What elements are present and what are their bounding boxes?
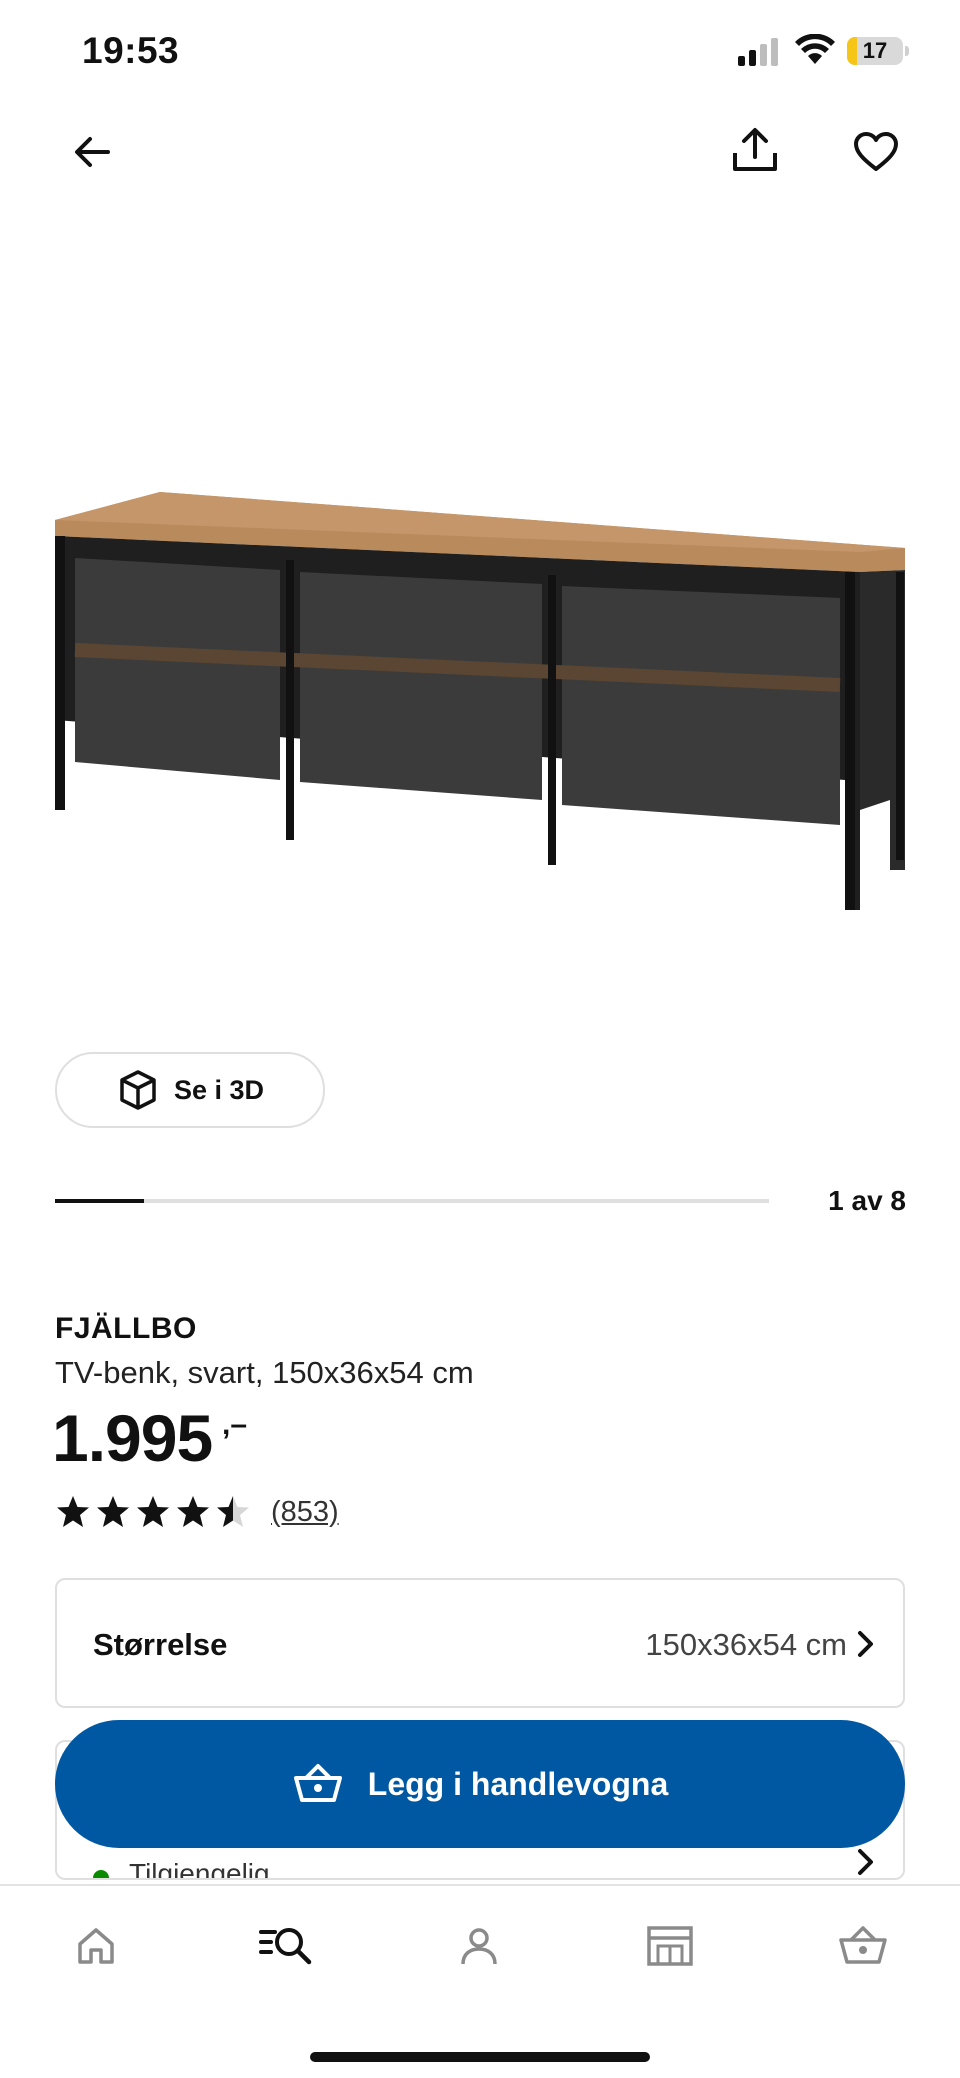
basket-icon (839, 1926, 887, 1964)
product-name: FJÄLLBO (55, 1312, 197, 1345)
search-icon (259, 1928, 312, 1965)
signal-icon (738, 38, 778, 66)
battery-icon: 17 (847, 37, 903, 65)
home-icon (78, 1928, 114, 1964)
status-time: 19:53 (82, 30, 180, 71)
nav-search[interactable] (257, 1916, 317, 1976)
star-icon (177, 1496, 209, 1527)
star-icon (137, 1496, 169, 1527)
rating[interactable]: (853) (55, 1494, 339, 1530)
availability-status-dot (93, 1870, 109, 1878)
share-icon (733, 128, 777, 171)
status-bar: 19:53 17 (0, 0, 960, 100)
add-to-cart-button[interactable]: Legg i handlevogna (55, 1720, 905, 1848)
home-indicator (310, 2052, 650, 2062)
product-image[interactable] (50, 480, 910, 920)
chevron-right-icon (858, 1849, 873, 1875)
view-3d-button[interactable]: Se i 3D (55, 1052, 325, 1128)
star-icon (57, 1496, 89, 1527)
favorite-button[interactable] (846, 122, 906, 182)
heart-icon (854, 132, 898, 171)
battery-tip (905, 46, 909, 56)
nav-store[interactable] (640, 1916, 700, 1976)
bottom-nav (0, 1884, 960, 2078)
arrow-left-icon (75, 137, 110, 167)
carousel-count: 1 av 8 (828, 1185, 906, 1216)
product-description: TV-benk, svart, 150x36x54 cm (55, 1355, 474, 1390)
add-to-cart-label: Legg i handlevogna (367, 1765, 669, 1802)
nav-cart[interactable] (833, 1916, 893, 1976)
size-label: Størrelse (93, 1627, 228, 1662)
product-price: 1.995 (52, 1401, 213, 1475)
battery-level-text: 17 (862, 38, 888, 63)
view-3d-label: Se i 3D (173, 1074, 265, 1105)
share-button[interactable] (725, 120, 785, 182)
back-button[interactable] (62, 122, 122, 182)
carousel-progress-fill (55, 1199, 145, 1203)
chevron-right-icon (858, 1631, 873, 1657)
size-value: 150x36x54 cm (645, 1627, 847, 1662)
availability-text: Tilgjengelig (129, 1858, 270, 1880)
basket-icon (293, 1764, 342, 1802)
store-icon (647, 1926, 693, 1966)
review-count-link[interactable]: (853) (271, 1496, 339, 1529)
wifi-icon (795, 34, 835, 64)
nav-profile[interactable] (449, 1916, 509, 1976)
star-icon (217, 1496, 249, 1527)
size-selector[interactable]: Størrelse 150x36x54 cm (55, 1578, 905, 1708)
profile-icon (461, 1928, 497, 1965)
cube-icon (120, 1070, 156, 1110)
rating-stars (55, 1494, 251, 1530)
star-icon (97, 1496, 129, 1527)
price-suffix: ,– (222, 1408, 248, 1441)
carousel-progress-track[interactable] (55, 1199, 769, 1203)
nav-home[interactable] (66, 1916, 126, 1976)
